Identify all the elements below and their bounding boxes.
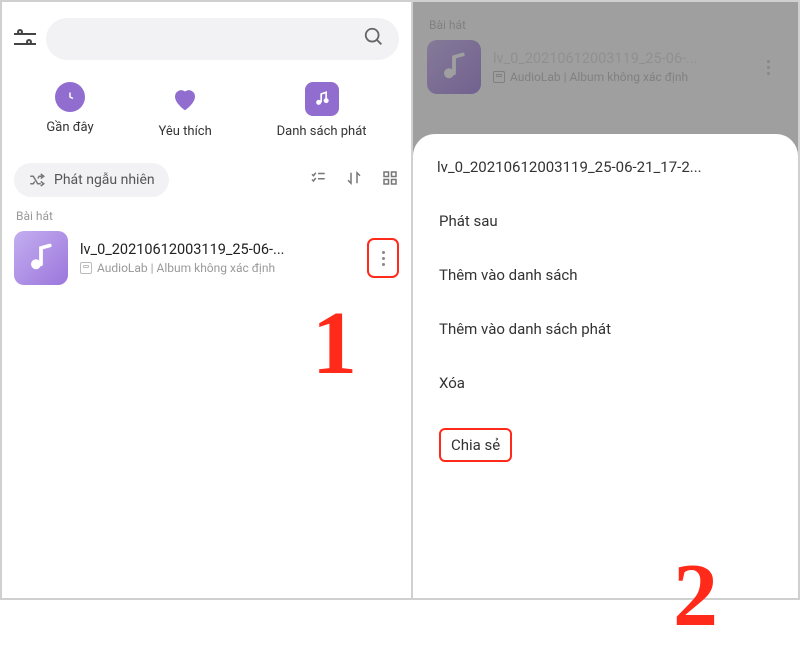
track-row[interactable]: lv_0_20210612003119_25-06-... AudioLab |… (14, 231, 399, 285)
delete-item[interactable]: Xóa (437, 356, 774, 410)
add-to-list-item[interactable]: Thêm vào danh sách (437, 248, 774, 302)
playlist-button[interactable]: Danh sách phát (277, 82, 367, 139)
track-subtitle: AudioLab | Album không xác định (80, 261, 355, 275)
add-to-playlist-item[interactable]: Thêm vào danh sách phát (437, 302, 774, 356)
shuffle-label: Phát ngẫu nhiên (54, 172, 155, 188)
controls-row: Phát ngẫu nhiên (14, 163, 399, 197)
music-library-screen: Gần đây Yêu thích Danh sách phát Phát ng… (2, 2, 413, 598)
shuffle-button[interactable]: Phát ngẫu nhiên (14, 163, 169, 197)
playlist-label: Danh sách phát (277, 124, 367, 139)
share-item[interactable]: Chia sẻ (437, 410, 774, 480)
album-art-icon (14, 231, 68, 285)
shuffle-icon (28, 171, 46, 189)
heart-icon (168, 82, 202, 116)
more-vertical-icon (382, 251, 385, 266)
clock-icon (55, 82, 85, 112)
track-meta: lv_0_20210612003119_25-06-... AudioLab |… (80, 241, 355, 275)
share-label: Chia sẻ (439, 428, 512, 462)
sort-icon[interactable] (345, 169, 363, 191)
annotation-2: 2 (673, 544, 718, 647)
play-next-item[interactable]: Phát sau (437, 194, 774, 248)
recent-button[interactable]: Gần đây (46, 82, 93, 139)
action-sheet: lv_0_20210612003119_25-06-21_17-2... Phá… (413, 134, 798, 598)
context-menu-screen: Bài hát lv_0_20210612003119_25-06-... Au… (413, 2, 798, 598)
settings-icon[interactable] (14, 28, 36, 50)
track-title: lv_0_20210612003119_25-06-... (80, 241, 355, 258)
favorite-button[interactable]: Yêu thích (159, 82, 212, 139)
sheet-title: lv_0_20210612003119_25-06-21_17-2... (437, 158, 774, 176)
favorite-label: Yêu thích (159, 124, 212, 139)
search-input[interactable] (46, 18, 399, 60)
songs-header: Bài hát (16, 209, 399, 223)
more-options-button[interactable] (367, 238, 399, 278)
quick-access-row: Gần đây Yêu thích Danh sách phát (14, 82, 399, 139)
top-bar (14, 18, 399, 60)
storage-icon (80, 262, 92, 274)
recent-label: Gần đây (46, 120, 93, 135)
grid-icon[interactable] (381, 169, 399, 191)
select-icon[interactable] (309, 169, 327, 191)
playlist-icon (305, 82, 339, 116)
annotation-1: 1 (312, 292, 357, 395)
search-icon (363, 26, 385, 52)
